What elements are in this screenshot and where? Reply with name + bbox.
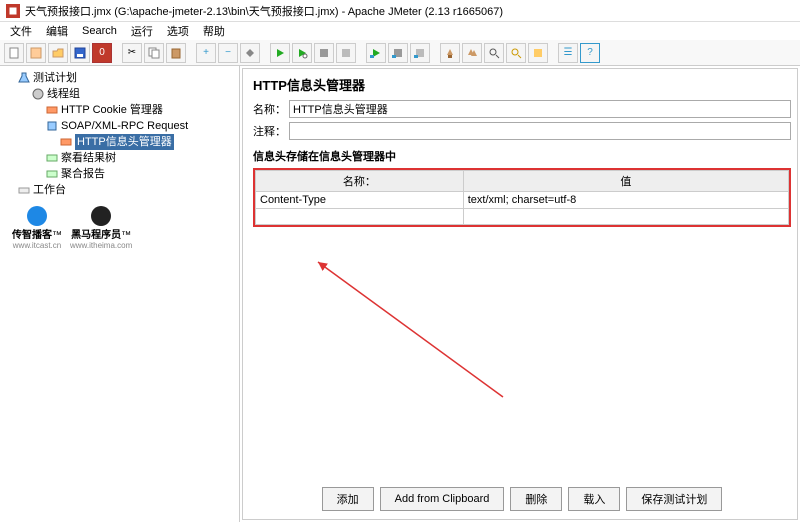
tree-testplan[interactable]: 测试计划 [18, 70, 235, 86]
add-clipboard-button[interactable]: Add from Clipboard [380, 487, 505, 511]
tree-header-mgr[interactable]: HTTP信息头管理器 [60, 134, 235, 150]
config-icon [60, 136, 72, 148]
clear-all-icon[interactable] [462, 43, 482, 63]
name-input[interactable] [289, 100, 791, 118]
stop-icon[interactable] [314, 43, 334, 63]
remote-start-icon[interactable] [366, 43, 386, 63]
tree-panel: 测试计划 线程组 HTTP Cookie 管理器 SOAP/XML-RPC Re… [0, 66, 240, 522]
tree-viewresults[interactable]: 察看结果树 [46, 150, 235, 166]
remote-stop-icon[interactable] [388, 43, 408, 63]
tree-threadgroup[interactable]: 线程组 [32, 86, 235, 102]
menu-help[interactable]: 帮助 [203, 23, 225, 39]
table-row[interactable] [256, 209, 789, 225]
listener-icon [46, 168, 58, 180]
threadgroup-icon [32, 88, 44, 100]
menu-options[interactable]: 选项 [167, 23, 189, 39]
headers-table[interactable]: 名称： 值 Content-Type text/xml; charset=utf… [255, 170, 789, 225]
cut-icon[interactable]: ✂ [122, 43, 142, 63]
save-icon[interactable] [70, 43, 90, 63]
collapse-icon[interactable]: − [218, 43, 238, 63]
remote-shutdown-icon[interactable] [410, 43, 430, 63]
search-tb-icon[interactable] [484, 43, 504, 63]
window-title: 天气预报接口.jmx (G:\apache-jmeter-2.13\bin\天气… [25, 3, 503, 19]
open-icon[interactable] [48, 43, 68, 63]
start-notimer-icon[interactable] [292, 43, 312, 63]
col-value: 值 [463, 171, 788, 192]
add-button[interactable]: 添加 [322, 487, 374, 511]
help-tb-icon[interactable]: ☰ [558, 43, 578, 63]
tree-cookie[interactable]: HTTP Cookie 管理器 [46, 102, 235, 118]
comment-label: 注释： [253, 123, 289, 139]
toggle-icon[interactable] [240, 43, 260, 63]
load-button[interactable]: 载入 [568, 487, 620, 511]
count-badge: 0 [92, 43, 112, 63]
copy-icon[interactable] [144, 43, 164, 63]
listener-icon [46, 152, 58, 164]
clear-icon[interactable] [440, 43, 460, 63]
panel-title: HTTP信息头管理器 [253, 75, 791, 94]
app-icon [6, 4, 20, 18]
menu-file[interactable]: 文件 [10, 23, 32, 39]
tree-workbench[interactable]: 工作台 [18, 182, 235, 198]
flask-icon [18, 72, 30, 84]
logo-itheima: 黑马程序员™ www.itheima.com [70, 206, 132, 250]
menu-edit[interactable]: 编辑 [46, 23, 68, 39]
delete-button[interactable]: 删除 [510, 487, 562, 511]
templates-icon[interactable] [26, 43, 46, 63]
name-label: 名称： [253, 101, 289, 117]
right-panel: HTTP信息头管理器 名称： 注释： 信息头存储在信息头管理器中 名称： 值 C… [242, 68, 798, 520]
comment-input[interactable] [289, 122, 791, 140]
annotation-arrow-icon [313, 257, 513, 407]
function-icon[interactable] [528, 43, 548, 63]
sampler-icon [46, 120, 58, 132]
help2-icon[interactable]: ? [580, 43, 600, 63]
col-name: 名称： [256, 171, 464, 192]
tree-soap[interactable]: SOAP/XML-RPC Request [46, 118, 235, 134]
menu-search[interactable]: Search [82, 25, 117, 37]
menu-run[interactable]: 运行 [131, 23, 153, 39]
headers-table-wrap: 名称： 值 Content-Type text/xml; charset=utf… [253, 168, 791, 227]
workbench-icon [18, 184, 30, 196]
shutdown-icon[interactable] [336, 43, 356, 63]
config-icon [46, 104, 58, 116]
paste-icon[interactable] [166, 43, 186, 63]
reset-search-icon[interactable] [506, 43, 526, 63]
toolbar: 0 ✂ + − ☰ ? [0, 40, 800, 66]
start-icon[interactable] [270, 43, 290, 63]
tree-aggregate[interactable]: 聚合报告 [46, 166, 235, 182]
save-plan-button[interactable]: 保存测试计划 [626, 487, 722, 511]
new-icon[interactable] [4, 43, 24, 63]
table-row[interactable]: Content-Type text/xml; charset=utf-8 [256, 192, 789, 209]
store-label: 信息头存储在信息头管理器中 [253, 148, 791, 164]
expand-icon[interactable]: + [196, 43, 216, 63]
logo-itcast: 传智播客™ www.itcast.cn [12, 206, 62, 250]
